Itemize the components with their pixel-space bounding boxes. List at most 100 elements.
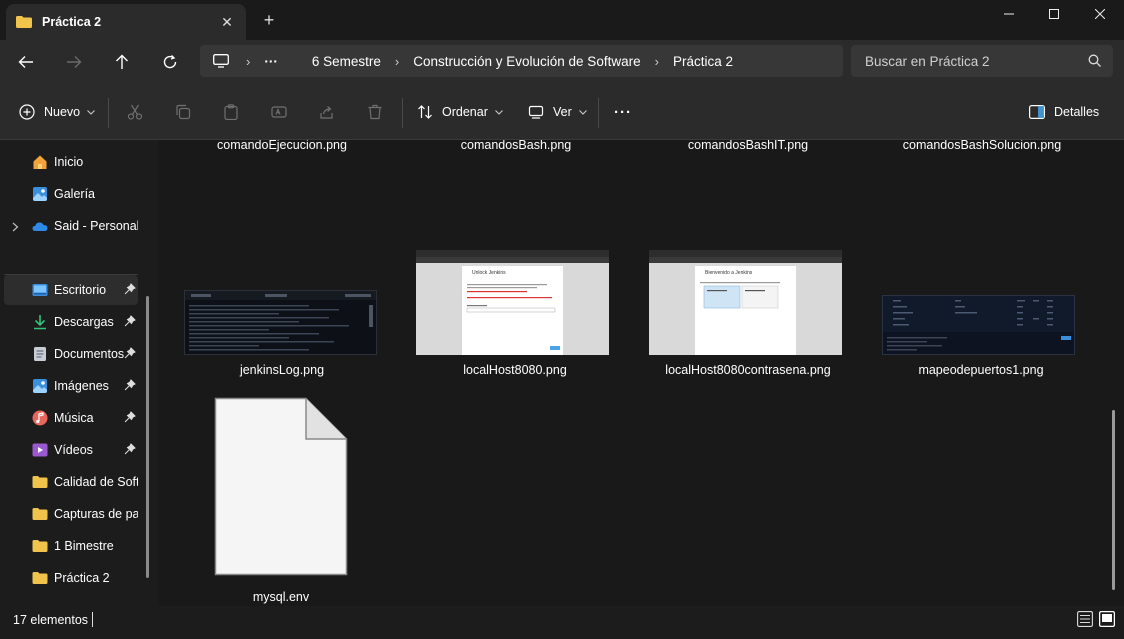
sort-button[interactable]: Ordenar [417,99,503,125]
minimize-button[interactable] [986,0,1032,28]
file-view: comandoEjecucion.png comandosBash.png co… [158,140,1124,606]
home-icon [33,155,47,169]
pin-icon[interactable] [124,411,136,423]
pictures-icon [33,379,47,393]
folder-icon [32,508,48,520]
search-input[interactable]: Buscar en Práctica 2 [851,45,1113,77]
sidebar-item-capturas[interactable]: Capturas de par [4,499,138,529]
new-button[interactable]: Nuevo [19,99,96,125]
arrow-right-icon [67,56,82,68]
navigation-pane: Inicio Galería Said - Personal Escritori… [0,140,157,606]
sidebar-item-onedrive[interactable]: Said - Personal [4,211,138,241]
sidebar-item-imagenes[interactable]: Imágenes [4,371,138,401]
content-scrollbar[interactable] [1112,410,1115,590]
sidebar-item-label: Descargas [54,315,114,329]
window-tab[interactable]: Práctica 2 ✕ [6,4,246,40]
cut-button[interactable] [127,99,143,125]
paste-button[interactable] [223,99,239,125]
image-thumbnail[interactable]: Unlock Jenkins [416,250,609,355]
sidebar-item-1-bimestre[interactable]: 1 Bimestre [4,531,138,561]
sort-icon [418,105,432,119]
view-button[interactable]: Ver [528,99,587,125]
sidebar-item-label: Escritorio [54,283,107,297]
pin-icon[interactable] [124,283,136,295]
minimize-icon [1004,13,1014,15]
title-bar: Práctica 2 ✕ + [0,0,1124,40]
view-label: Ver [553,105,572,119]
image-thumbnail[interactable] [184,290,377,355]
rename-button[interactable] [271,99,287,125]
image-thumbnail[interactable] [882,295,1075,355]
file-item[interactable]: jenkinsLog.png [182,363,382,377]
close-window-button[interactable] [1077,0,1123,28]
file-item[interactable]: comandosBashSolucion.png [882,140,1082,152]
pin-icon[interactable] [124,315,136,327]
up-button[interactable] [106,48,138,76]
sidebar-item-inicio[interactable]: Inicio [4,147,138,177]
chevron-right-icon: › [246,53,251,69]
chevron-down-icon [87,109,96,115]
sidebar-item-documentos[interactable]: Documentos [4,339,138,369]
chevron-right-icon: › [654,53,659,69]
new-tab-button[interactable]: + [259,10,279,30]
rename-icon [271,106,287,118]
breadcrumb-item[interactable]: Práctica 2 [673,54,733,69]
status-bar: 17 elementos [0,606,1124,639]
breadcrumb-item[interactable]: Construcción y Evolución de Software [413,54,640,69]
computer-icon [213,54,229,68]
pin-icon[interactable] [124,347,136,359]
file-item[interactable]: localHost8080contrasena.png [648,363,848,377]
sidebar-item-calidad-de-software[interactable]: Calidad de Softw [4,467,138,497]
delete-button[interactable] [367,99,383,125]
sidebar-item-escritorio[interactable]: Escritorio [4,275,138,305]
folder-icon [32,572,48,584]
download-icon [34,315,46,330]
copy-button[interactable] [175,99,191,125]
sidebar-item-practica-2[interactable]: Práctica 2 [4,563,138,593]
more-options-button[interactable]: ··· [614,99,632,125]
item-count: 17 elementos [13,613,89,627]
pin-icon[interactable] [124,379,136,391]
file-item[interactable]: mysql.env [181,590,381,604]
share-icon [320,106,333,119]
toolbar-divider [108,98,109,128]
share-button[interactable] [319,99,335,125]
file-item[interactable]: comandoEjecucion.png [182,140,382,152]
forward-button[interactable] [58,48,90,76]
file-item[interactable]: comandosBashIT.png [648,140,848,152]
search-placeholder: Buscar en Práctica 2 [865,53,990,69]
scissors-icon [127,104,143,120]
file-item[interactable]: mapeodepuertos1.png [881,363,1081,377]
sidebar-item-videos[interactable]: Vídeos [4,435,138,465]
sidebar-scrollbar[interactable] [146,296,149,578]
image-thumbnail[interactable]: Bienvenido a Jenkins [649,250,842,355]
maximize-button[interactable] [1031,0,1077,28]
back-button[interactable] [10,48,42,76]
sidebar-item-descargas[interactable]: Descargas [4,307,138,337]
clipboard-icon [224,104,238,120]
file-item[interactable]: comandosBash.png [416,140,616,152]
terminal-table-thumbnail [883,296,1074,351]
pin-icon[interactable] [124,443,136,455]
generic-file-icon[interactable] [214,397,348,577]
chevron-down-icon [578,109,587,115]
address-bar[interactable]: › ··· 6 Semestre › Construcción y Evoluc… [200,45,843,77]
desktop-icon [32,284,48,296]
sort-label: Ordenar [442,105,488,119]
large-icons-view-icon[interactable] [1099,611,1115,627]
details-view-icon[interactable] [1077,611,1093,627]
sidebar-item-galeria[interactable]: Galería [4,179,138,209]
breadcrumb-overflow[interactable]: ··· [264,54,278,69]
arrow-up-icon [116,54,128,69]
sidebar-item-musica[interactable]: Música [4,403,138,433]
details-label: Detalles [1054,105,1100,119]
toolbar-divider [402,98,403,128]
sidebar-item-label: 1 Bimestre [54,539,114,553]
refresh-button[interactable] [154,48,186,76]
details-button[interactable]: Detalles [1029,99,1099,125]
breadcrumb-item[interactable]: 6 Semestre [312,54,381,69]
close-tab-icon[interactable]: ✕ [218,13,236,31]
file-item[interactable]: localHost8080.png [415,363,615,377]
videos-icon [32,443,48,457]
thumbnail-text: Bienvenido a Jenkins [705,270,753,276]
